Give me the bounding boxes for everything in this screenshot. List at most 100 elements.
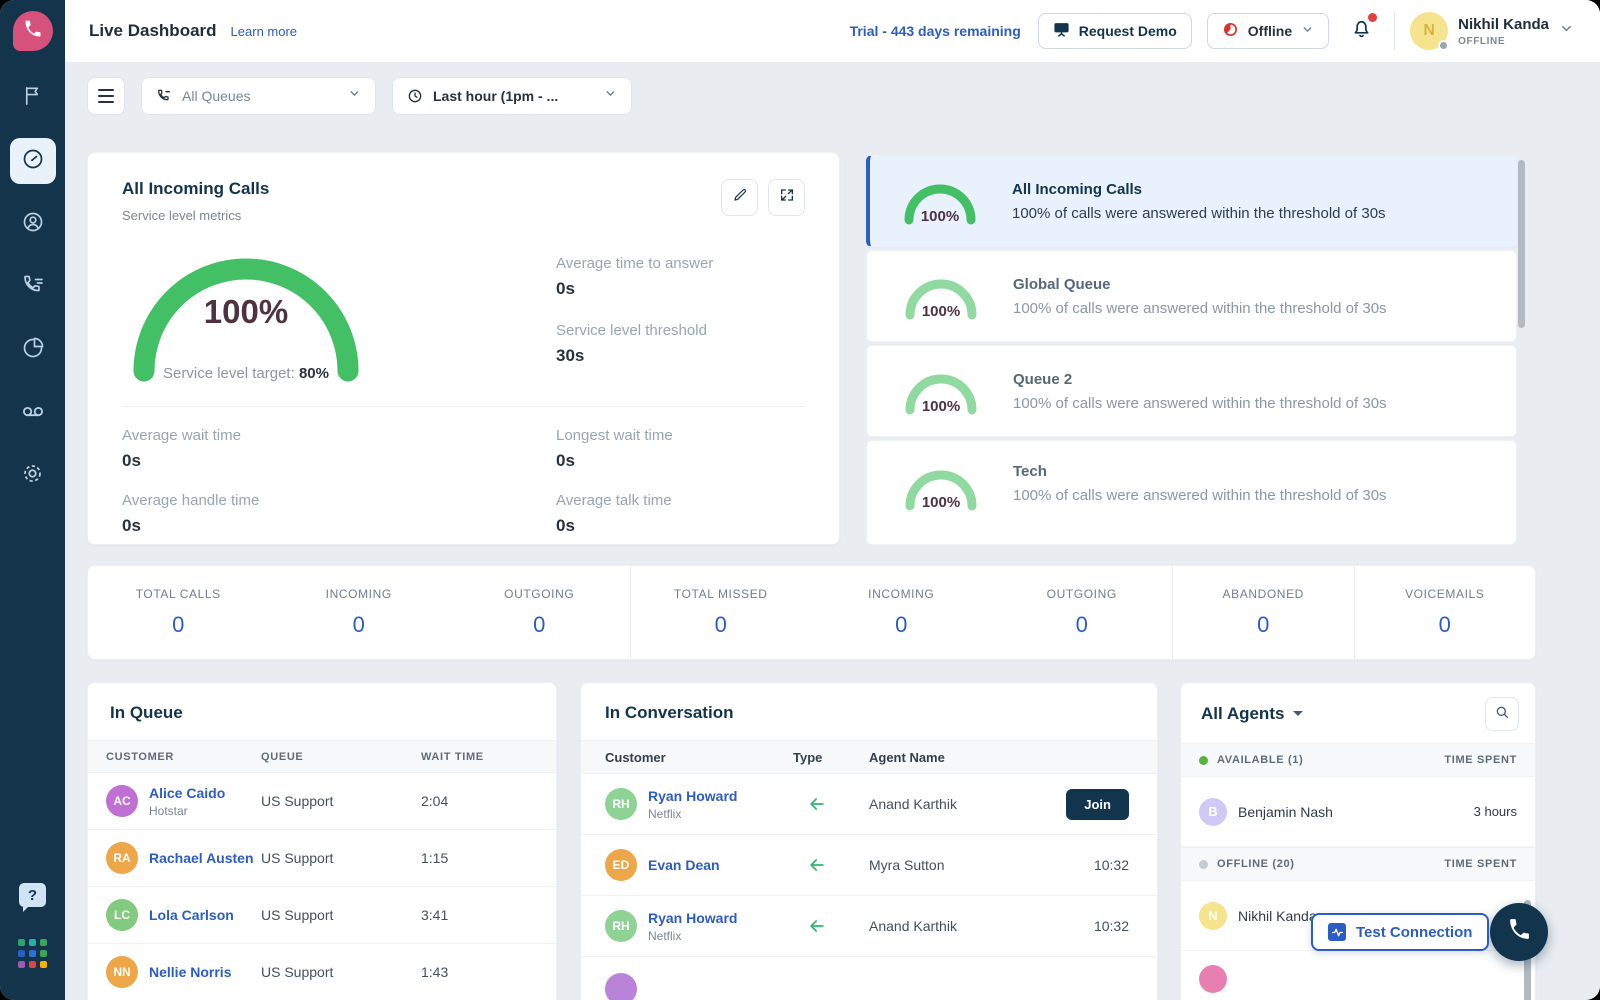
avatar: N bbox=[1199, 902, 1227, 930]
app-logo[interactable] bbox=[13, 11, 53, 51]
sidebar-item-settings[interactable] bbox=[10, 453, 56, 499]
table-row-partial bbox=[581, 957, 1157, 1000]
table-row[interactable]: RA Rachael Austen US Support 1:15 bbox=[88, 830, 556, 887]
queue-card-global-queue[interactable]: 100% Global Queue 100% of calls were ans… bbox=[866, 250, 1517, 342]
queue-gauge: 100% bbox=[900, 177, 980, 225]
top-header: Live Dashboard Learn more Trial - 443 da… bbox=[65, 0, 1600, 62]
notifications-button[interactable] bbox=[1344, 13, 1379, 49]
avatar: RH bbox=[605, 788, 637, 820]
time-range-dropdown[interactable]: Last hour (1pm - ... bbox=[392, 77, 632, 115]
queue-gauge: 100% bbox=[901, 367, 981, 415]
customer-link[interactable]: Ryan Howard bbox=[648, 910, 737, 926]
customer-link[interactable]: Alice Caido bbox=[149, 785, 225, 801]
user-avatar: N bbox=[1410, 12, 1448, 50]
dashboard-icon bbox=[21, 147, 45, 176]
test-connection-button[interactable]: Test Connection bbox=[1311, 913, 1489, 951]
metric-service-level-threshold: Service level threshold 30s bbox=[556, 322, 805, 366]
all-agents-panel: All Agents AVAILABLE (1) TIME SPENT B Be… bbox=[1180, 682, 1536, 1000]
table-row[interactable]: ED Evan Dean Myra Sutton 10:32 bbox=[581, 835, 1157, 896]
avatar bbox=[1199, 965, 1227, 993]
sidebar: ? bbox=[0, 0, 65, 1000]
edit-widget-button[interactable] bbox=[721, 179, 758, 216]
stat-incoming: INCOMING0 bbox=[269, 566, 450, 659]
service-level-card: All Incoming Calls Service level metrics bbox=[87, 152, 840, 545]
learn-more-link[interactable]: Learn more bbox=[231, 24, 297, 39]
metric-avg-handle-time: Average handle time 0s bbox=[122, 492, 556, 536]
phone-widget-fab[interactable] bbox=[1490, 903, 1548, 961]
table-row[interactable]: NN Nellie Norris US Support 1:43 bbox=[88, 944, 556, 1000]
bell-icon bbox=[1350, 27, 1373, 44]
metric-avg-wait-time: Average wait time 0s bbox=[122, 427, 556, 471]
queues-filter-dropdown[interactable]: All Queues bbox=[141, 77, 376, 115]
user-status: OFFLINE bbox=[1458, 36, 1549, 47]
customer-link[interactable]: Evan Dean bbox=[648, 857, 720, 873]
caret-down-icon bbox=[1293, 711, 1303, 721]
avatar bbox=[605, 973, 637, 1000]
avatar: RA bbox=[106, 842, 138, 874]
table-row[interactable]: RH Ryan HowardNetflix Anand Karthik Join bbox=[581, 774, 1157, 835]
customer-link[interactable]: Rachael Austen bbox=[149, 850, 254, 866]
queue-card-description: 100% of calls were answered within the t… bbox=[1013, 487, 1387, 504]
chevron-down-icon bbox=[604, 87, 617, 105]
customer-link[interactable]: Lola Carlson bbox=[149, 907, 234, 923]
presence-dropdown[interactable]: Offline bbox=[1207, 13, 1329, 49]
queue-card-description: 100% of calls were answered within the t… bbox=[1013, 395, 1387, 412]
avatar: NN bbox=[106, 956, 138, 988]
presence-offline-icon bbox=[1222, 21, 1239, 41]
stat-missed-outgoing: OUTGOING0 bbox=[992, 566, 1173, 659]
request-demo-button[interactable]: Request Demo bbox=[1038, 13, 1192, 49]
expand-widget-button[interactable] bbox=[768, 179, 805, 216]
sidebar-item-voicemail[interactable] bbox=[10, 390, 56, 436]
in-queue-title: In Queue bbox=[88, 683, 556, 740]
queue-card-description: 100% of calls were answered within the t… bbox=[1013, 300, 1387, 317]
gauge-percent-value: 100% bbox=[126, 293, 366, 331]
filter-bar: All Queues Last hour (1pm - ... bbox=[87, 77, 632, 115]
user-name: Nikhil Kanda bbox=[1458, 16, 1549, 33]
sidebar-item-flag[interactable] bbox=[10, 75, 56, 121]
avatar: AC bbox=[106, 785, 138, 817]
queue-card-all-incoming[interactable]: 100% All Incoming Calls 100% of calls we… bbox=[866, 155, 1517, 247]
metric-longest-wait-time: Longest wait time 0s bbox=[556, 427, 805, 471]
table-row[interactable]: AC Alice CaidoHotstar US Support 2:04 bbox=[88, 773, 556, 830]
queue-summary-list: 100% All Incoming Calls 100% of calls we… bbox=[866, 155, 1517, 545]
sidebar-item-reports[interactable] bbox=[10, 327, 56, 373]
queue-card-title: All Incoming Calls bbox=[1012, 181, 1386, 198]
card-divider bbox=[122, 406, 805, 407]
customer-link[interactable]: Nellie Norris bbox=[149, 964, 231, 980]
table-row[interactable]: RH Ryan HowardNetflix Anand Karthik 10:3… bbox=[581, 896, 1157, 957]
queue-card-title: Queue 2 bbox=[1013, 371, 1387, 388]
agent-row[interactable]: B Benjamin Nash 3 hours bbox=[1181, 777, 1535, 847]
user-menu[interactable]: N Nikhil Kanda OFFLINE bbox=[1410, 12, 1574, 50]
expand-icon bbox=[779, 187, 795, 208]
agents-filter-dropdown[interactable]: All Agents bbox=[1201, 704, 1303, 724]
queue-card-tech[interactable]: 100% Tech 100% of calls were answered wi… bbox=[866, 440, 1517, 545]
in-conversation-panel: In Conversation CustomerTypeAgent Name R… bbox=[580, 682, 1158, 1000]
app-switcher-icon[interactable] bbox=[18, 939, 47, 968]
agents-available-header: AVAILABLE (1) TIME SPENT bbox=[1181, 743, 1535, 777]
service-card-title: All Incoming Calls bbox=[122, 179, 269, 199]
sidebar-item-call-metrics[interactable] bbox=[10, 264, 56, 310]
help-button[interactable]: ? bbox=[19, 883, 46, 907]
call-duration: 10:32 bbox=[1029, 857, 1129, 873]
metric-avg-time-to-answer: Average time to answer 0s bbox=[556, 255, 805, 299]
phone-logo-icon bbox=[23, 19, 43, 44]
header-right: Trial - 443 days remaining Request Demo … bbox=[850, 12, 1574, 50]
help-question-icon: ? bbox=[28, 887, 37, 904]
sidebar-item-contacts[interactable] bbox=[10, 201, 56, 247]
gauge-target-label: Service level target: 80% bbox=[126, 365, 366, 382]
queue-gauge: 100% bbox=[901, 272, 981, 320]
join-call-button[interactable]: Join bbox=[1066, 789, 1129, 820]
agent-search-button[interactable] bbox=[1485, 697, 1519, 731]
customer-link[interactable]: Ryan Howard bbox=[648, 788, 737, 804]
user-presence-dot bbox=[1438, 40, 1449, 51]
table-row[interactable]: LC Lola Carlson US Support 3:41 bbox=[88, 887, 556, 944]
queue-gauge: 100% bbox=[901, 463, 981, 511]
sidebar-item-dashboard[interactable] bbox=[10, 138, 56, 184]
queue-card-queue-2[interactable]: 100% Queue 2 100% of calls were answered… bbox=[866, 345, 1517, 437]
contacts-icon bbox=[21, 210, 45, 239]
dashboard-menu-button[interactable] bbox=[87, 77, 125, 115]
offline-status-dot bbox=[1199, 860, 1208, 869]
available-status-dot bbox=[1199, 756, 1208, 765]
queue-list-scrollbar[interactable] bbox=[1518, 160, 1525, 328]
stat-missed-incoming: INCOMING0 bbox=[811, 566, 992, 659]
